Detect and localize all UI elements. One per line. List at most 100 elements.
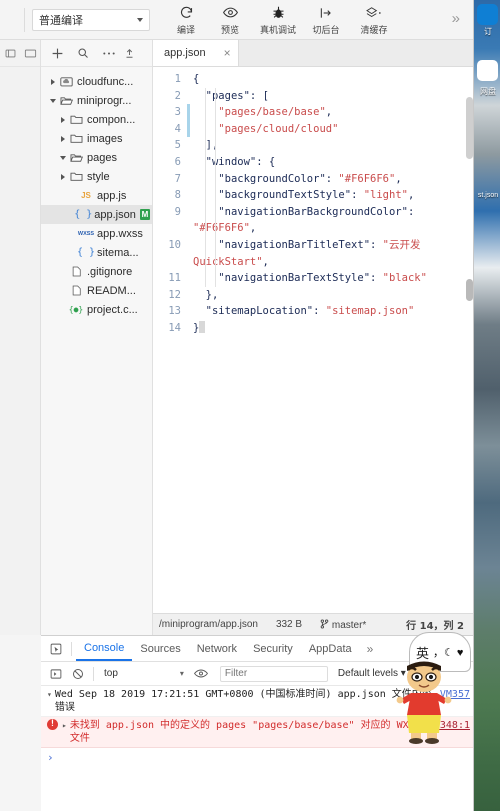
line-number: 4 bbox=[174, 122, 181, 135]
toolbar-overflow-button[interactable]: » bbox=[452, 10, 460, 27]
file-tree-item-appwxss[interactable]: WXSS app.wxss bbox=[41, 224, 152, 243]
chevron-right-icon[interactable] bbox=[57, 135, 68, 142]
line-number: 8 bbox=[174, 189, 181, 202]
code-editor[interactable]: 1 2 3 4 5 6 7 8 9 10 11 12 13 14 { "pages": [ "pages/… bbox=[153, 67, 473, 613]
file-tree-item-images[interactable]: images bbox=[41, 129, 152, 148]
file-tree-item-cloudfunc[interactable]: cloudfunc... bbox=[41, 72, 152, 91]
close-icon[interactable]: × bbox=[224, 46, 231, 60]
chevron-down-icon[interactable] bbox=[47, 98, 58, 103]
status-branch-label: master* bbox=[331, 619, 367, 631]
devtools-separator bbox=[71, 641, 72, 656]
chevron-right-icon[interactable] bbox=[57, 173, 68, 180]
tab-sources[interactable]: Sources bbox=[132, 636, 188, 661]
desktop-icon-browser[interactable] bbox=[477, 4, 498, 25]
tab-console[interactable]: Console bbox=[76, 636, 133, 661]
status-file-size: 332 B bbox=[275, 619, 303, 630]
file-tree-item-gitignore[interactable]: .gitignore bbox=[41, 262, 152, 281]
code-line: }, bbox=[193, 287, 464, 304]
status-branch[interactable]: master* bbox=[320, 618, 367, 631]
file-tree-item-label: app.js bbox=[97, 189, 127, 202]
desktop-icon-netdisk[interactable] bbox=[477, 60, 498, 81]
file-tree-item-miniprogr[interactable]: miniprogr... bbox=[41, 91, 152, 110]
refresh-icon bbox=[171, 4, 201, 22]
file-tree-item-label: sitema... bbox=[97, 246, 139, 259]
tab-appdata[interactable]: AppData bbox=[301, 636, 360, 661]
ime-indicator[interactable]: 英 ，☾ ♥ bbox=[409, 632, 471, 672]
file-tree-item-readm[interactable]: READM... bbox=[41, 281, 152, 300]
file-tree-item-style[interactable]: style bbox=[41, 167, 152, 186]
code-token: : [ bbox=[249, 89, 269, 102]
more-icon[interactable] bbox=[96, 40, 122, 66]
preview-button[interactable]: 预览 bbox=[208, 0, 252, 40]
devtools-overflow-button[interactable]: » bbox=[360, 642, 381, 656]
eye-icon[interactable] bbox=[190, 663, 212, 685]
console-prompt[interactable]: › bbox=[41, 748, 473, 767]
code-line: ], bbox=[193, 137, 464, 154]
chevron-right-icon[interactable] bbox=[47, 78, 58, 85]
console-levels-select[interactable]: Default levels ▾ bbox=[338, 668, 406, 679]
console-error-row[interactable]: ! ▸ 未找到 app.json 中的定义的 pages "pages/base/b… bbox=[41, 717, 473, 748]
editor-scroll-marker[interactable] bbox=[466, 279, 473, 301]
compile-button[interactable]: 编译 bbox=[164, 0, 208, 40]
line-number: 1 bbox=[174, 73, 181, 85]
file-tree-item-projectc[interactable]: {●} project.c... bbox=[41, 300, 152, 319]
tab-appdata-label: AppData bbox=[308, 642, 352, 655]
code-content: { "pages": [ "pages/base/base", "pages/c… bbox=[193, 71, 464, 337]
rail-toolbar bbox=[0, 40, 40, 67]
line-number: 9 bbox=[174, 205, 181, 218]
code-token: "window" bbox=[205, 155, 257, 168]
chevron-down-icon[interactable] bbox=[57, 155, 68, 160]
search-icon[interactable] bbox=[70, 40, 96, 66]
panel-left-icon[interactable] bbox=[0, 40, 20, 67]
console-source-link[interactable]: VM357 bbox=[434, 688, 470, 714]
code-token: , bbox=[249, 222, 257, 235]
plain-file-icon bbox=[68, 284, 84, 298]
compile-mode-select[interactable]: 普通编译 bbox=[32, 8, 150, 31]
file-tree-item-appjson[interactable]: { } app.json M bbox=[41, 205, 152, 224]
expand-triangle-icon[interactable]: ▾ bbox=[47, 688, 52, 714]
console-filter-input[interactable] bbox=[219, 665, 328, 682]
console-context-select[interactable]: top ▾ bbox=[104, 668, 184, 679]
file-tree-item-label: style bbox=[87, 170, 110, 183]
tab-security[interactable]: Security bbox=[245, 636, 301, 661]
file-tree-item-label: miniprogr... bbox=[77, 94, 132, 107]
execute-icon[interactable] bbox=[45, 663, 67, 685]
file-tree-item-label: project.c... bbox=[87, 303, 138, 316]
code-token: "sitemap.json" bbox=[325, 305, 415, 318]
tab-network[interactable]: Network bbox=[189, 636, 245, 661]
code-token: "backgroundColor" bbox=[218, 172, 326, 185]
collapse-icon[interactable] bbox=[122, 40, 136, 66]
expand-triangle-icon[interactable]: ▸ bbox=[62, 719, 67, 745]
json-file-icon: { } bbox=[74, 209, 93, 220]
chevron-right-icon[interactable] bbox=[57, 116, 68, 123]
code-token: "backgroundTextStyle" bbox=[218, 189, 352, 202]
console-log-list[interactable]: ▾ Wed Sep 18 2019 17:21:51 GMT+0800 (中国标准… bbox=[41, 686, 473, 811]
console-source-link[interactable]: VM348:1 bbox=[422, 719, 470, 745]
file-tree-item-appjs[interactable]: JS app.js bbox=[41, 186, 152, 205]
panel-right-icon[interactable] bbox=[20, 40, 40, 67]
code-token: "light" bbox=[363, 189, 408, 202]
eye-icon bbox=[215, 4, 245, 22]
file-tree-item-sitema[interactable]: { } sitema... bbox=[41, 243, 152, 262]
switch-background-button[interactable]: 切后台 bbox=[304, 0, 348, 40]
code-token: QuickStart" bbox=[193, 255, 263, 268]
clear-console-icon[interactable] bbox=[67, 663, 89, 685]
file-tree-item-compon[interactable]: compon... bbox=[41, 110, 152, 129]
desktop-label-2: st.json bbox=[477, 192, 499, 199]
console-log-row[interactable]: ▾ Wed Sep 18 2019 17:21:51 GMT+0800 (中国标准… bbox=[41, 686, 473, 717]
code-line: "navigationBarTextStyle": "black" bbox=[193, 270, 464, 287]
editor-scrollbar-thumb[interactable] bbox=[466, 97, 473, 159]
inspect-element-icon[interactable] bbox=[45, 638, 67, 660]
json-file-icon: { } bbox=[76, 247, 96, 258]
ime-glyphs: ，☾ ♥ bbox=[433, 647, 464, 659]
file-tree-item-label: READM... bbox=[87, 284, 136, 297]
compile-mode-label: 普通编译 bbox=[39, 14, 83, 27]
code-line: "#F6F6F6", bbox=[193, 220, 464, 237]
add-icon[interactable] bbox=[44, 40, 70, 66]
code-token: : bbox=[370, 238, 383, 251]
file-tree-item-pages[interactable]: pages bbox=[41, 148, 152, 167]
clear-cache-button[interactable]: 清缓存 bbox=[348, 0, 400, 40]
code-line: "pages/base/base", bbox=[193, 104, 464, 121]
editor-tab-app-json[interactable]: app.json × bbox=[153, 40, 239, 66]
real-device-debug-button[interactable]: 真机调试 bbox=[252, 0, 304, 40]
